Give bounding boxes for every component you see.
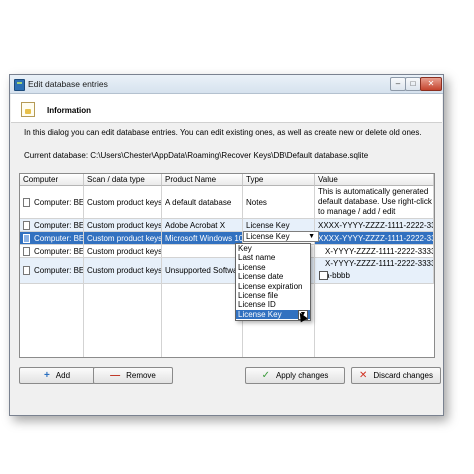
column-divider bbox=[83, 284, 84, 357]
table-row[interactable]: Computer: BEA Custom product keys X-YYYY… bbox=[20, 245, 434, 258]
document-icon bbox=[23, 266, 30, 275]
table-row[interactable]: Computer: BEA Custom product keys Adobe … bbox=[20, 219, 434, 232]
table-row[interactable]: Computer: BEA Custom product keys A defa… bbox=[20, 186, 434, 219]
column-divider bbox=[161, 284, 162, 357]
maximize-button[interactable]: □ bbox=[405, 77, 421, 91]
table-row-selected[interactable]: Computer: BEA Custom product keys Micros… bbox=[20, 232, 434, 245]
cell-product-name bbox=[162, 245, 243, 257]
edit-database-window: Edit database entries – □ ✕ Information … bbox=[9, 74, 444, 416]
dropdown-option[interactable]: License expiration bbox=[236, 282, 310, 291]
dropdown-option[interactable]: Last name bbox=[236, 253, 310, 262]
column-header-scan-type[interactable]: Scan / data type bbox=[84, 174, 162, 186]
app-icon bbox=[14, 79, 25, 91]
cell-value: This is automatically generated default … bbox=[315, 186, 434, 218]
remove-button[interactable]: — Remove bbox=[93, 367, 173, 384]
cell-computer: Computer: BEA bbox=[20, 232, 84, 244]
type-combobox[interactable]: License Key ▼ bbox=[243, 231, 319, 242]
checkmark-icon: ✓ bbox=[261, 369, 270, 381]
cell-scan-type: Custom product keys bbox=[84, 232, 162, 244]
dropdown-option[interactable]: License bbox=[236, 263, 310, 272]
cell-computer: Computer: BEA bbox=[20, 186, 84, 218]
column-header-value[interactable]: Value bbox=[315, 174, 434, 186]
document-icon bbox=[23, 246, 30, 256]
type-dropdown-list: Key Last name License License date Licen… bbox=[235, 243, 311, 321]
discard-changes-button[interactable]: ✕ Discard changes bbox=[351, 367, 441, 384]
dropdown-option[interactable]: Key bbox=[236, 244, 310, 253]
title-bar[interactable]: Edit database entries – □ ✕ bbox=[10, 75, 443, 94]
cell-value: X-YYYY-ZZZZ-1111-2222-3333 a-bbbb bbox=[315, 258, 434, 283]
current-database-path: Current database: C:\Users\Chester\AppDa… bbox=[24, 151, 369, 160]
column-header-product-name[interactable]: Product Name bbox=[162, 174, 243, 186]
cell-scan-type: Custom product keys bbox=[84, 258, 162, 283]
cell-product-name: Adobe Acrobat X bbox=[162, 219, 243, 231]
cell-computer: Computer: BEA bbox=[20, 245, 84, 257]
cell-computer: Computer: BEA bbox=[20, 258, 84, 283]
document-icon bbox=[23, 220, 30, 230]
checkbox[interactable] bbox=[319, 271, 328, 280]
plus-icon: + bbox=[43, 369, 50, 381]
information-icon bbox=[21, 102, 35, 117]
table-row[interactable]: Computer: BEA Custom product keys Unsupp… bbox=[20, 258, 434, 284]
window-title: Edit database entries bbox=[28, 79, 108, 89]
apply-changes-button[interactable]: ✓ Apply changes bbox=[245, 367, 345, 384]
minimize-button[interactable]: – bbox=[390, 77, 406, 91]
column-divider bbox=[314, 284, 315, 357]
cell-value: XXXX-YYYY-ZZZZ-1111-2222-3333 bbox=[315, 219, 434, 231]
cell-type: Notes bbox=[243, 186, 315, 218]
cell-scan-type: Custom product keys bbox=[84, 186, 162, 218]
document-icon bbox=[23, 233, 30, 243]
dropdown-option[interactable]: License date bbox=[236, 272, 310, 281]
column-header-computer[interactable]: Computer bbox=[20, 174, 84, 186]
x-icon: ✕ bbox=[359, 369, 368, 381]
cell-product-name: Unsupported Software bbox=[162, 258, 243, 283]
cell-scan-type: Custom product keys bbox=[84, 245, 162, 257]
cell-value: XXXX-YYYY-ZZZZ-1111-2222-3333 bbox=[315, 232, 434, 244]
dropdown-option[interactable]: License ID bbox=[236, 300, 310, 309]
cell-product-name: A default database bbox=[162, 186, 243, 218]
cell-product-name: Microsoft Windows 10 bbox=[162, 232, 243, 244]
document-icon bbox=[23, 197, 30, 207]
cell-scan-type: Custom product keys bbox=[84, 219, 162, 231]
chevron-down-icon: ▼ bbox=[308, 233, 315, 240]
cell-value: X-YYYY-ZZZZ-1111-2222-3333 bbox=[315, 245, 434, 257]
minus-icon: — bbox=[110, 369, 121, 381]
dropdown-option[interactable]: License file bbox=[236, 291, 310, 300]
entries-table: Computer Scan / data type Product Name T… bbox=[19, 173, 435, 358]
cell-computer: Computer: BEA bbox=[20, 219, 84, 231]
type-combobox-value: License Key bbox=[246, 232, 290, 241]
add-button[interactable]: + Add bbox=[19, 367, 95, 384]
cell-type: License Key bbox=[243, 219, 315, 231]
close-button[interactable]: ✕ bbox=[420, 77, 442, 91]
column-header-type[interactable]: Type bbox=[243, 174, 315, 186]
info-title: Information bbox=[47, 106, 91, 115]
info-header: Information bbox=[11, 94, 442, 123]
info-description: In this dialog you can edit database ent… bbox=[24, 128, 422, 137]
